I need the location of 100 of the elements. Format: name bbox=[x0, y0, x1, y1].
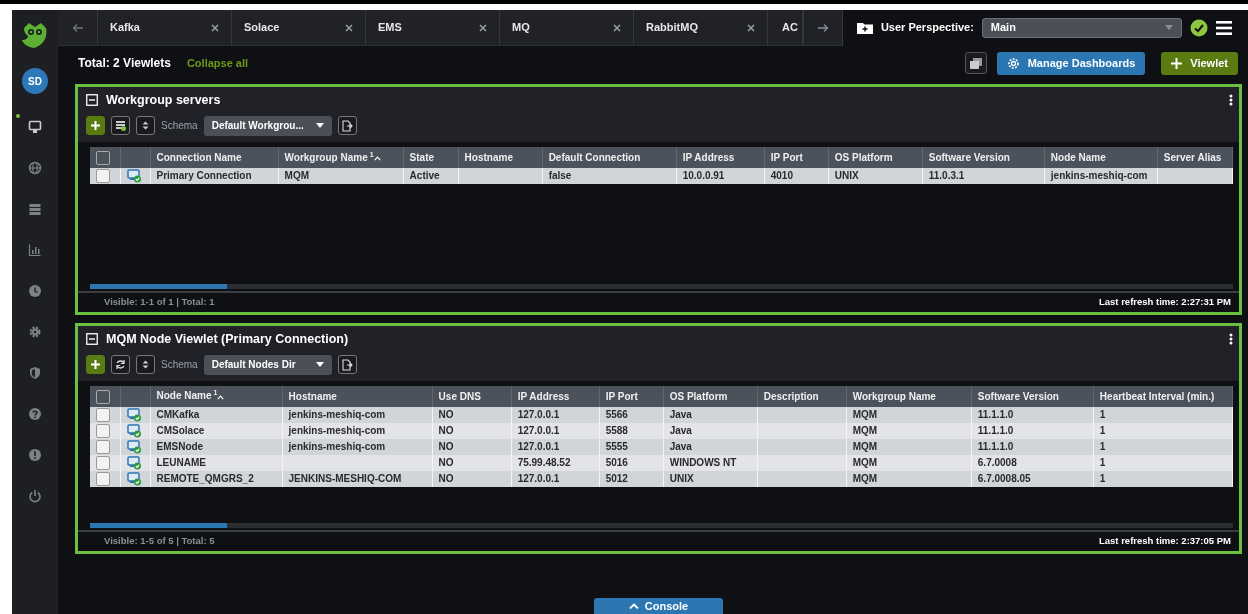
checkbox[interactable] bbox=[96, 456, 110, 471]
caret-icon bbox=[1164, 25, 1173, 30]
column-header[interactable]: Server Alias bbox=[1157, 146, 1233, 168]
tab[interactable]: Solace bbox=[232, 9, 366, 46]
plus-button[interactable] bbox=[86, 116, 105, 136]
viewlet-title: Workgroup servers bbox=[106, 92, 221, 109]
server-icon[interactable] bbox=[28, 201, 42, 216]
monitor-icon[interactable] bbox=[28, 119, 42, 134]
column-header[interactable]: Workgroup Name $^{1}$ bbox=[278, 146, 404, 168]
close-icon[interactable] bbox=[345, 23, 353, 32]
column-header[interactable]: Node Name bbox=[1044, 146, 1158, 168]
checkbox[interactable] bbox=[96, 408, 110, 423]
perspective-select[interactable]: Main bbox=[981, 17, 1182, 38]
caret-up-icon bbox=[628, 603, 639, 609]
close-icon[interactable] bbox=[613, 23, 621, 32]
checkbox[interactable] bbox=[96, 169, 110, 184]
column-header[interactable]: Software Version bbox=[971, 385, 1094, 407]
sort-button[interactable] bbox=[136, 355, 155, 374]
globe-icon[interactable] bbox=[28, 160, 42, 175]
plus-icon bbox=[1171, 57, 1183, 69]
close-icon[interactable] bbox=[211, 23, 219, 32]
checkbox[interactable] bbox=[96, 424, 110, 439]
column-header[interactable]: OS Platform bbox=[828, 146, 923, 168]
more-icon[interactable] bbox=[1229, 94, 1233, 107]
export-button[interactable] bbox=[337, 355, 357, 374]
column-header[interactable]: Default Connection bbox=[542, 146, 677, 168]
collapse-icon[interactable] bbox=[86, 333, 98, 346]
export-icon bbox=[341, 358, 353, 371]
caret-icon bbox=[315, 123, 324, 129]
refresh-time: Last refresh time: 2:37:05 PM bbox=[1099, 533, 1231, 548]
console-button[interactable]: Console bbox=[594, 598, 723, 614]
table-add-icon bbox=[115, 120, 126, 132]
manage-dashboards-button[interactable]: Manage Dashboards bbox=[996, 51, 1146, 75]
column-header[interactable]: State bbox=[403, 146, 459, 168]
tab[interactable]: RabbitMQ bbox=[634, 9, 768, 46]
perspective-label: User Perspective: bbox=[880, 20, 974, 36]
column-header[interactable]: Node Name $^{1}$ bbox=[150, 385, 283, 407]
viewlet-title: MQM Node Viewlet (Primary Connection) bbox=[106, 330, 349, 348]
tab[interactable]: Kafka bbox=[98, 9, 232, 46]
column-header[interactable]: IP Port bbox=[764, 146, 829, 168]
caret-icon bbox=[315, 362, 324, 367]
column-header[interactable]: Workgroup Name bbox=[846, 385, 972, 407]
refresh-button[interactable] bbox=[111, 355, 130, 374]
table-add-button[interactable] bbox=[111, 116, 130, 136]
column-header[interactable]: Software Version bbox=[922, 146, 1045, 168]
add-viewlet-button[interactable]: Viewlet bbox=[1161, 51, 1238, 75]
clock-icon[interactable] bbox=[28, 283, 42, 298]
column-header[interactable]: Hostname bbox=[282, 385, 433, 407]
column-header[interactable]: IP Port bbox=[599, 385, 664, 407]
schema-select[interactable]: Default Workgrou... bbox=[203, 115, 332, 136]
bar-chart-icon[interactable] bbox=[28, 242, 42, 257]
plus-icon bbox=[90, 120, 101, 132]
column-header[interactable]: Use DNS bbox=[432, 385, 512, 407]
sort-button[interactable] bbox=[136, 116, 155, 136]
forward-arrow-icon[interactable] bbox=[816, 22, 829, 33]
close-icon[interactable] bbox=[479, 23, 487, 32]
column-header[interactable]: OS Platform bbox=[663, 385, 758, 407]
tab[interactable]: EMS bbox=[366, 9, 500, 46]
export-icon bbox=[341, 119, 353, 132]
refresh-icon bbox=[115, 359, 126, 370]
column-header[interactable]: Heartbeat Interval (min.) bbox=[1093, 385, 1233, 407]
checkbox[interactable] bbox=[96, 472, 110, 487]
sort-icon bbox=[140, 359, 151, 370]
check-circle-icon bbox=[1189, 18, 1208, 37]
close-icon[interactable] bbox=[747, 23, 755, 32]
checkbox[interactable] bbox=[96, 389, 110, 404]
visible-count: Visible: 1-5 of 5 | Total: 5 bbox=[104, 533, 215, 548]
visible-count: Visible: 1-1 of 1 | Total: 1 bbox=[104, 295, 215, 310]
info-icon[interactable] bbox=[28, 447, 42, 462]
collapse-icon[interactable] bbox=[86, 94, 98, 107]
sort-ascending-icon[interactable] bbox=[373, 155, 381, 161]
shield-icon[interactable] bbox=[28, 365, 42, 380]
back-arrow-icon[interactable] bbox=[71, 22, 84, 33]
horizontal-scrollbar[interactable] bbox=[90, 283, 1233, 289]
column-header[interactable]: IP Address bbox=[676, 146, 765, 168]
windows-button[interactable] bbox=[964, 52, 987, 74]
folder-plus-icon[interactable] bbox=[856, 21, 873, 34]
schema-select[interactable]: Default Nodes Dir bbox=[203, 354, 332, 375]
column-header[interactable]: Description bbox=[757, 385, 847, 407]
collapse-all-link[interactable]: Collapse all bbox=[186, 54, 249, 72]
checkbox[interactable] bbox=[96, 440, 110, 455]
menu-icon[interactable] bbox=[1215, 20, 1232, 35]
column-header[interactable]: IP Address bbox=[511, 385, 600, 407]
tab[interactable]: MQ bbox=[500, 9, 634, 46]
gear-icon[interactable] bbox=[28, 324, 42, 339]
power-icon[interactable] bbox=[28, 488, 42, 503]
column-header[interactable]: Connection Name bbox=[150, 146, 279, 168]
sort-ascending-icon[interactable] bbox=[217, 394, 225, 400]
plus-button[interactable] bbox=[86, 355, 105, 374]
more-icon[interactable] bbox=[1229, 333, 1233, 346]
checkbox[interactable] bbox=[96, 150, 110, 165]
tab[interactable]: AC bbox=[768, 9, 803, 46]
column-header[interactable]: Hostname bbox=[458, 146, 543, 168]
horizontal-scrollbar[interactable] bbox=[90, 522, 1233, 528]
schema-label: Schema bbox=[161, 358, 198, 372]
user-avatar[interactable]: SD bbox=[22, 68, 48, 94]
plus-icon bbox=[90, 359, 101, 370]
export-button[interactable] bbox=[337, 116, 357, 136]
viewlet-total: Total: 2 Viewlets bbox=[78, 55, 171, 72]
help-icon[interactable] bbox=[28, 406, 42, 421]
